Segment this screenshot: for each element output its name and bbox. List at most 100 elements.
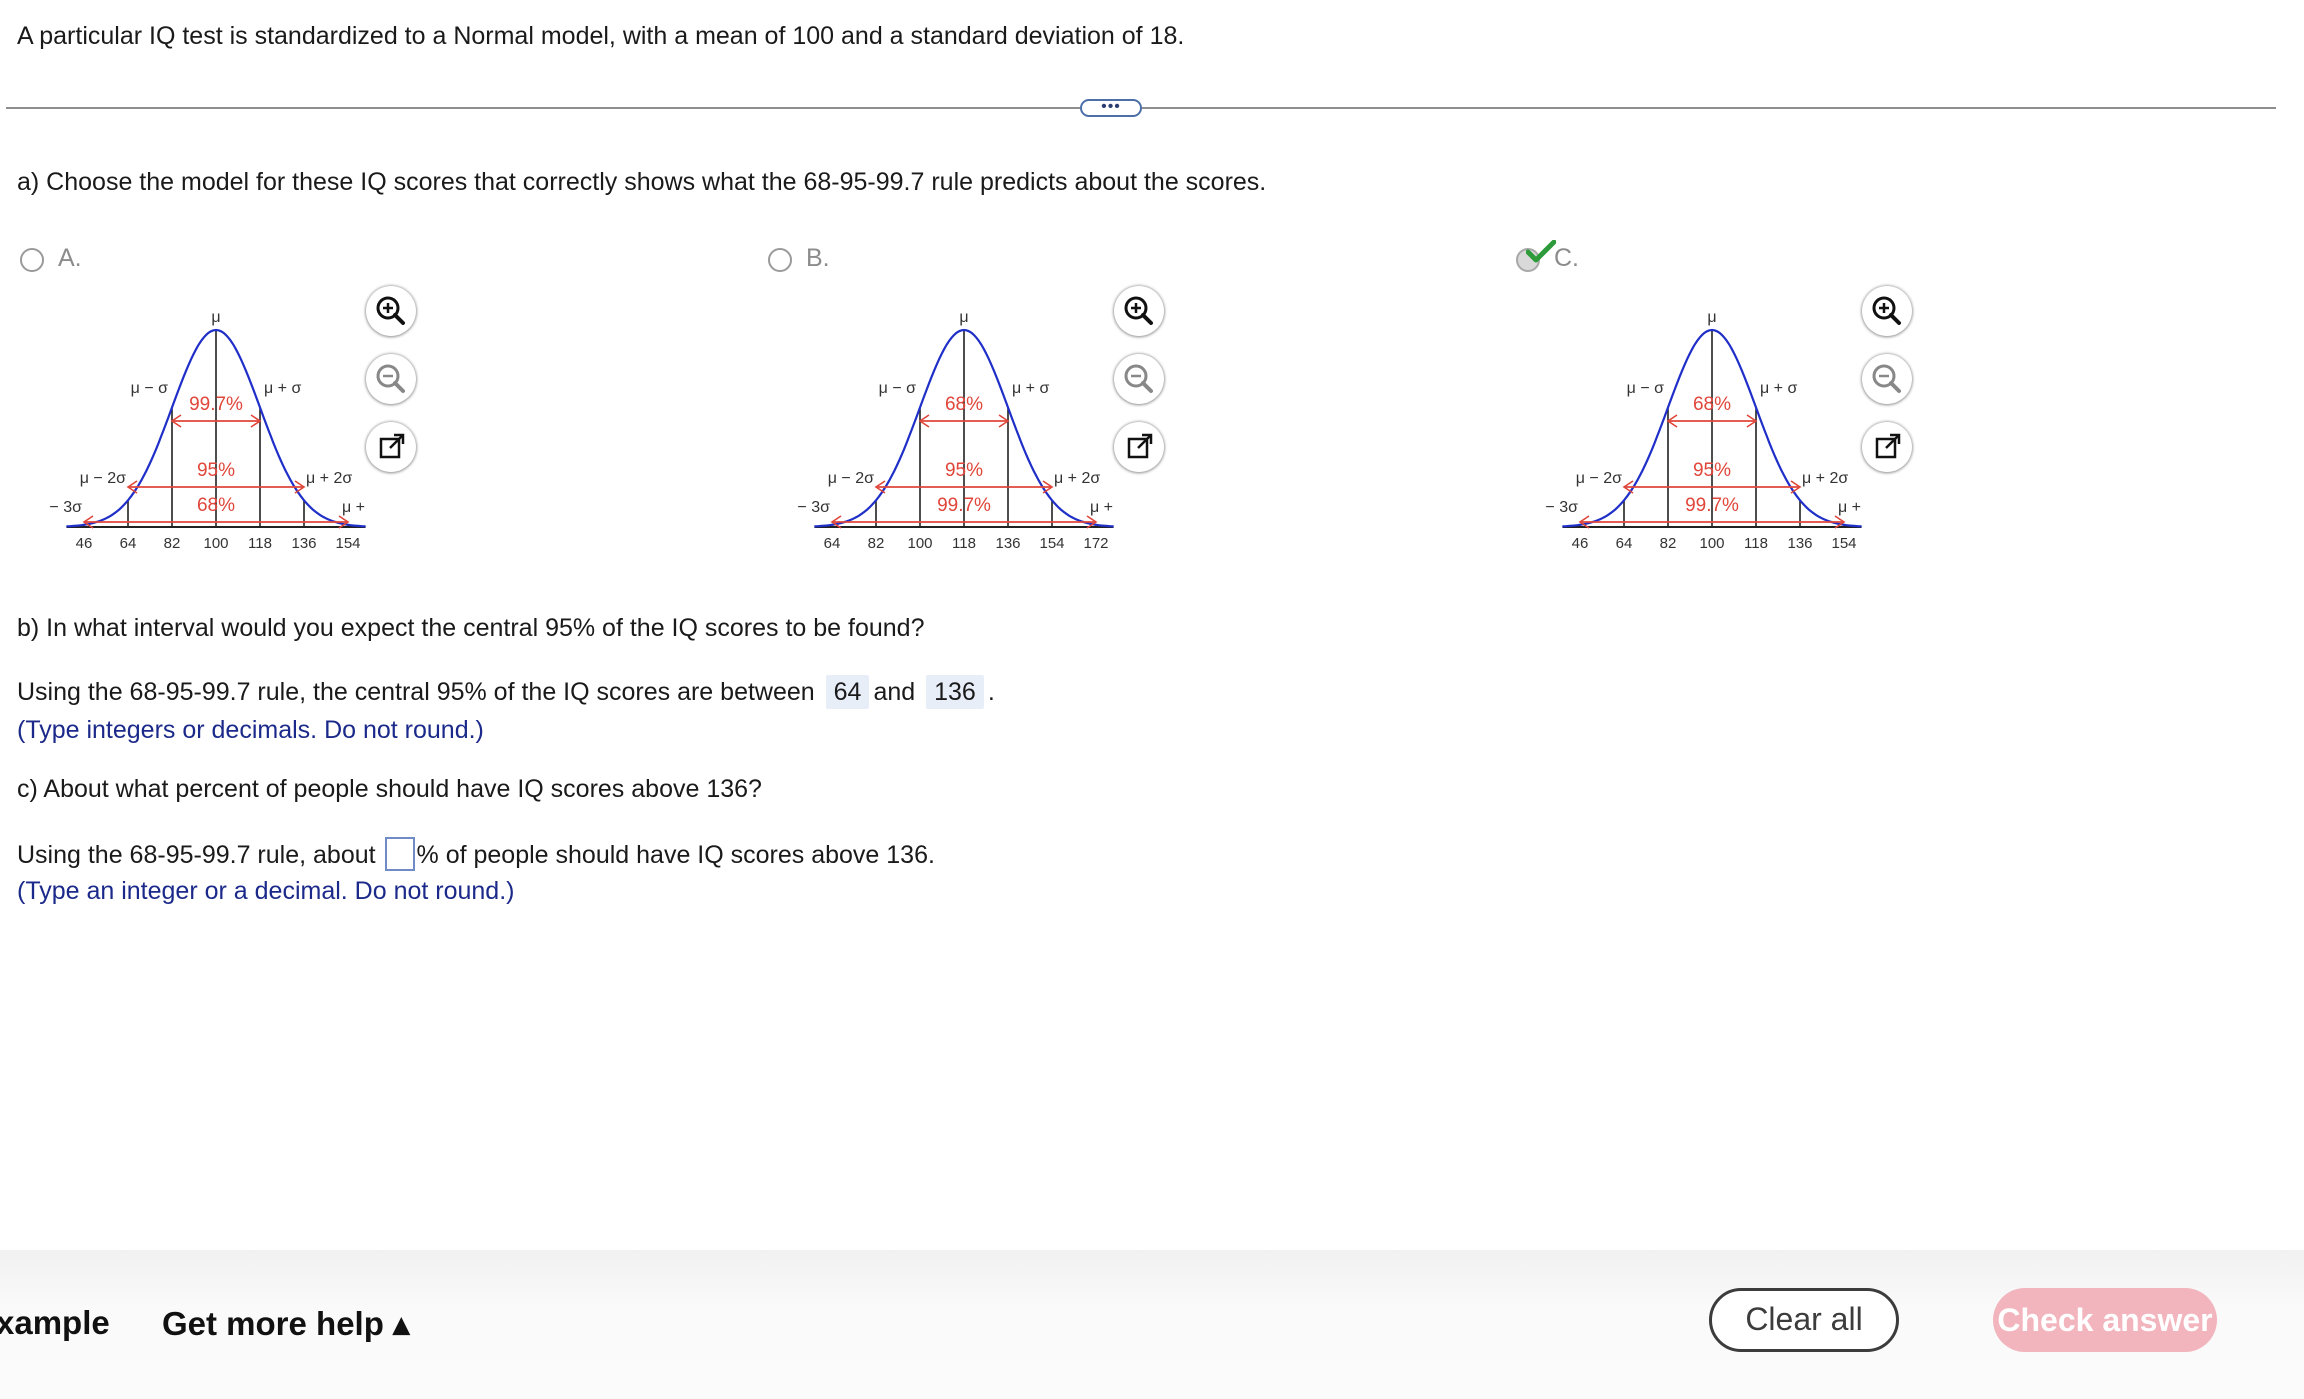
label-mu-plus-sigma: μ + σ <box>1012 380 1049 397</box>
tick-label: 172 <box>1083 535 1108 552</box>
tick-label: 118 <box>1744 535 1768 552</box>
label-mu-minus-3sigma: μ − 3σ <box>1546 499 1578 516</box>
band-mid-label: 95% <box>945 460 983 481</box>
tick-label: 154 <box>1039 535 1064 552</box>
part-c-prefix: Using the 68-95-99.7 rule, about <box>17 841 376 869</box>
zoom-out-icon <box>1872 364 1901 393</box>
tick-label: 118 <box>248 535 272 552</box>
part-c-suffix: % of people should have IQ scores above … <box>416 841 935 869</box>
tick-label: 136 <box>1787 535 1812 552</box>
band-mid-label: 95% <box>197 460 235 481</box>
tick-label: 64 <box>1616 535 1633 552</box>
view-example-button[interactable]: xample <box>0 1304 110 1342</box>
label-mu-plus-3sigma: μ + 3σ <box>342 499 370 516</box>
separator-left <box>6 107 1080 109</box>
band-bottom-label: 99.7% <box>1685 495 1739 516</box>
tick-label: 64 <box>824 535 841 552</box>
zoom-out-icon <box>376 364 405 393</box>
tick-label: 154 <box>1831 535 1856 552</box>
tick-label: 64 <box>120 535 137 552</box>
tick-label: 46 <box>1572 535 1589 552</box>
check-answer-button[interactable]: Check answer <box>1993 1288 2217 1352</box>
more-button[interactable]: ••• <box>1080 99 1142 117</box>
zoom-in-icon <box>1872 296 1901 325</box>
label-mu: μ <box>959 309 968 326</box>
part-c-question: c) About what percent of people should h… <box>17 775 762 803</box>
label-mu-minus-2sigma: μ − 2σ <box>80 470 126 487</box>
label-mu-plus-sigma: μ + σ <box>264 380 301 397</box>
part-a-question: a) Choose the model for these IQ scores … <box>17 168 1267 196</box>
label-mu-minus-sigma: μ − σ <box>1627 380 1664 397</box>
option-a-chart: 99.7% 95% 68% μ μ − σ μ + σ μ − 2σ μ + 2σ μ − 3σ… <box>50 309 370 552</box>
label-mu-plus-3sigma: μ + 3σ <box>1838 499 1866 516</box>
scrollbar[interactable] <box>2289 0 2304 1250</box>
get-more-help-button[interactable]: Get more help ▴ <box>162 1304 410 1343</box>
tick-label: 100 <box>1699 535 1724 552</box>
label-mu-plus-3sigma: μ + 3σ <box>1090 499 1118 516</box>
clear-all-button[interactable]: Clear all <box>1709 1288 1899 1352</box>
tick-label: 136 <box>291 535 316 552</box>
problem-intro: A particular IQ test is standardized to … <box>17 22 1185 50</box>
label-mu-plus-2sigma: μ + 2σ <box>1054 470 1100 487</box>
option-a-popout-button[interactable] <box>366 422 416 472</box>
band-bottom-label: 68% <box>197 495 235 516</box>
label-mu-minus-3sigma: μ − 3σ <box>50 499 82 516</box>
tick-label: 118 <box>952 535 976 552</box>
band-bottom-label: 99.7% <box>937 495 991 516</box>
label-mu-plus-2sigma: μ + 2σ <box>1802 470 1848 487</box>
option-b-popout-button[interactable] <box>1114 422 1164 472</box>
option-b-zoom-in-button[interactable] <box>1114 286 1164 336</box>
tick-label: 100 <box>907 535 932 552</box>
part-b-hint: (Type integers or decimals. Do not round… <box>17 716 484 744</box>
label-mu-minus-2sigma: μ − 2σ <box>1576 470 1622 487</box>
option-c-label: C. <box>1554 244 1579 272</box>
separator-right <box>1142 107 2276 109</box>
option-c-zoom-in-button[interactable] <box>1862 286 1912 336</box>
option-a-label: A. <box>58 244 82 272</box>
option-c-chart: 68% 95% 99.7% μ μ − σ μ + σ μ − 2σ μ + 2σ μ − 3σ… <box>1546 309 1866 552</box>
part-b-question: b) In what interval would you expect the… <box>17 614 925 642</box>
part-c-answer-line: Using the 68-95-99.7 rule, about % of pe… <box>17 837 935 871</box>
zoom-in-icon <box>1124 296 1153 325</box>
popout-icon <box>1127 433 1153 459</box>
option-b-zoom-out-button[interactable] <box>1114 354 1164 404</box>
tick-label: 82 <box>164 535 181 552</box>
label-mu-minus-2sigma: μ − 2σ <box>828 470 874 487</box>
tick-label: 82 <box>868 535 885 552</box>
option-a-zoom-out-button[interactable] <box>366 354 416 404</box>
option-b-label: B. <box>806 244 830 272</box>
part-b-suffix: . <box>987 678 995 706</box>
tick-label: 154 <box>335 535 360 552</box>
label-mu-minus-sigma: μ − σ <box>131 380 168 397</box>
tick-label: 100 <box>203 535 228 552</box>
band-top-label: 68% <box>1693 394 1731 415</box>
label-mu-plus-sigma: μ + σ <box>1760 380 1797 397</box>
label-mu: μ <box>211 309 220 326</box>
part-c-percent-input[interactable] <box>384 837 415 871</box>
band-mid-label: 95% <box>1693 460 1731 481</box>
popout-icon <box>379 433 405 459</box>
label-mu: μ <box>1707 309 1716 326</box>
zoom-in-icon <box>376 296 405 325</box>
label-mu-minus-3sigma: μ − 3σ <box>798 499 830 516</box>
option-c-popout-button[interactable] <box>1862 422 1912 472</box>
part-b-answer-line: Using the 68-95-99.7 rule, the central 9… <box>17 675 995 709</box>
part-c-hint: (Type an integer or a decimal. Do not ro… <box>17 877 515 905</box>
option-b-chart: 68% 95% 99.7% μ μ − σ μ + σ μ − 2σ μ + 2σ μ − 3σ… <box>798 309 1118 552</box>
option-a-zoom-in-button[interactable] <box>366 286 416 336</box>
tick-label: 136 <box>995 535 1020 552</box>
option-b-radio[interactable] <box>768 248 792 272</box>
part-b-prefix: Using the 68-95-99.7 rule, the central 9… <box>17 678 815 706</box>
option-a-radio[interactable] <box>20 248 44 272</box>
label-mu-plus-2sigma: μ + 2σ <box>306 470 352 487</box>
band-top-label: 68% <box>945 394 983 415</box>
part-b-lower-input[interactable]: 64 <box>825 675 870 709</box>
part-b-and: and <box>873 678 916 706</box>
label-mu-minus-sigma: μ − σ <box>879 380 916 397</box>
band-top-label: 99.7% <box>189 394 243 415</box>
popout-icon <box>1875 433 1901 459</box>
tick-label: 46 <box>76 535 93 552</box>
option-c-zoom-out-button[interactable] <box>1862 354 1912 404</box>
zoom-out-icon <box>1124 364 1153 393</box>
part-b-upper-input[interactable]: 136 <box>926 675 984 709</box>
